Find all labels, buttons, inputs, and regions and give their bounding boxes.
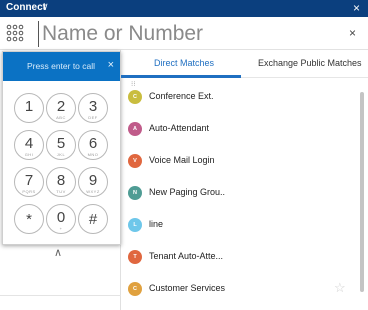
list-item[interactable]: V Voice Mail Login <box>121 144 368 176</box>
dialpad-hint: Press enter to call <box>27 61 96 71</box>
key-letters: GHI <box>24 152 34 157</box>
key-digit: 6 <box>88 135 98 152</box>
key-letters: + <box>59 226 63 231</box>
contact-name: Conference Ext. <box>149 91 214 101</box>
results-tabs: Direct Matches Exchange Public Matches <box>121 50 368 78</box>
key-digit: 8 <box>56 172 66 189</box>
contact-name: Auto-Attendant <box>149 123 210 133</box>
key-letters: TUV <box>56 189 66 194</box>
chevron-up-icon[interactable]: ∧ <box>54 246 62 259</box>
dialpad-header: Press enter to call × <box>3 52 120 81</box>
dialpad-key-4[interactable]: 4 GHI <box>14 130 44 160</box>
key-digit: 2 <box>56 98 66 115</box>
avatar: C <box>128 90 142 104</box>
dialpad-grid-icon[interactable] <box>6 24 24 42</box>
key-digit: 1 <box>24 98 34 115</box>
title-bar: Connect ∨ × <box>0 0 368 17</box>
avatar: A <box>128 122 142 136</box>
search-bar: × <box>0 17 368 50</box>
key-digit: * <box>26 211 32 228</box>
key-letters: MNO <box>87 152 99 157</box>
dialpad-key-0[interactable]: 0 + <box>46 204 76 234</box>
key-digit: 4 <box>24 135 34 152</box>
dialpad-key-hash[interactable]: # <box>78 204 108 234</box>
results-list: ⁝⁝ C Conference Ext. A Auto-Attendant V … <box>121 80 368 310</box>
dialpad-key-1[interactable]: 1 <box>14 93 44 123</box>
key-digit: 7 <box>24 172 34 189</box>
avatar: N <box>128 186 142 200</box>
contact-name: Tenant Auto-Atte... <box>149 251 224 261</box>
active-tab-indicator <box>121 75 241 78</box>
tab-direct-matches[interactable]: Direct Matches <box>154 58 214 68</box>
app-title[interactable]: Connect <box>6 2 46 13</box>
dialpad-key-5[interactable]: 5 JKL <box>46 130 76 160</box>
contact-name: Customer Services <box>149 283 226 293</box>
dialpad-key-6[interactable]: 6 MNO <box>78 130 108 160</box>
dialpad-key-9[interactable]: 9 WXYZ <box>78 167 108 197</box>
list-item[interactable]: T Tenant Auto-Atte... <box>121 240 368 272</box>
key-letters: WXYZ <box>86 189 100 194</box>
key-digit: 0 <box>56 209 66 226</box>
key-digit: 9 <box>88 172 98 189</box>
key-letters: PQRS <box>22 189 36 194</box>
list-item[interactable]: N New Paging Grou.. <box>121 176 368 208</box>
close-icon[interactable]: × <box>353 1 360 15</box>
contact-name: Voice Mail Login <box>149 155 215 165</box>
key-letters: ABC <box>56 115 66 120</box>
dialpad-key-7[interactable]: 7 PQRS <box>14 167 44 197</box>
star-icon[interactable]: ☆ <box>334 280 346 296</box>
divider <box>0 295 121 296</box>
key-digit: 3 <box>88 98 98 115</box>
avatar: L <box>128 218 142 232</box>
avatar: C <box>128 282 142 296</box>
list-item[interactable]: C Conference Ext. <box>121 80 368 112</box>
tab-exchange-public-matches[interactable]: Exchange Public Matches <box>258 58 362 68</box>
dialpad-key-8[interactable]: 8 TUV <box>46 167 76 197</box>
key-letters: DEF <box>88 115 98 120</box>
clear-search-icon[interactable]: × <box>349 26 356 40</box>
search-input[interactable] <box>38 21 338 47</box>
list-item[interactable]: C Customer Services ☆ <box>121 272 368 304</box>
dialpad: Press enter to call × 1 2 ABC 3 DEF 4 GH… <box>2 51 121 245</box>
dialpad-key-3[interactable]: 3 DEF <box>78 93 108 123</box>
key-digit: # <box>88 211 98 228</box>
key-letters: JKL <box>56 152 66 157</box>
results-scrollbar[interactable] <box>360 92 364 292</box>
dialpad-key-star[interactable]: * <box>14 204 44 234</box>
close-icon[interactable]: × <box>108 59 114 71</box>
list-item[interactable]: A Auto-Attendant <box>121 112 368 144</box>
chevron-down-icon[interactable]: ∨ <box>42 1 49 12</box>
avatar: T <box>128 250 142 264</box>
avatar: V <box>128 154 142 168</box>
key-digit: 5 <box>56 135 66 152</box>
list-item[interactable]: L line <box>121 208 368 240</box>
contact-name: line <box>149 219 164 229</box>
dialpad-key-2[interactable]: 2 ABC <box>46 93 76 123</box>
contact-name: New Paging Grou.. <box>149 187 226 197</box>
